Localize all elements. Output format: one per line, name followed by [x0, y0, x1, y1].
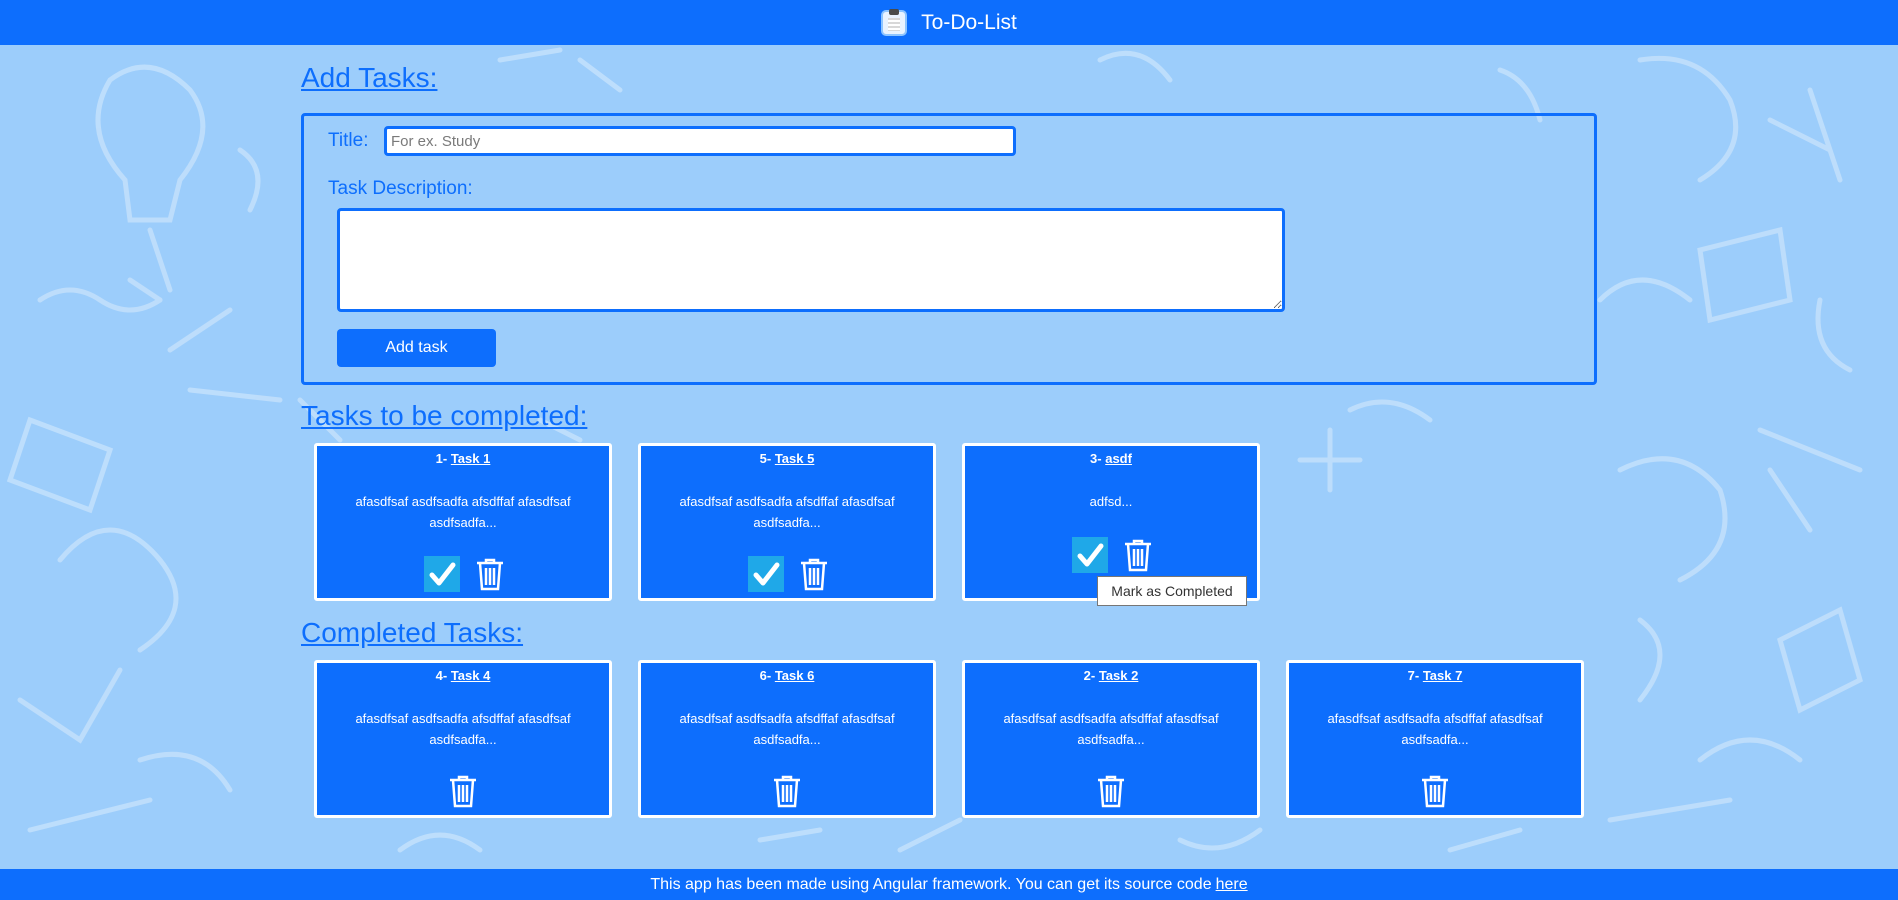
- description-label: Task Description:: [328, 178, 473, 199]
- task-title: 5- Task 5: [759, 451, 815, 466]
- task-description: afasdfsaf asdfsadfa afsdffaf afasdfsaf a…: [1327, 711, 1543, 747]
- task-title: 2- Task 2: [1083, 668, 1139, 683]
- task-description: afasdfsaf asdfsadfa afsdffaf afasdfsaf a…: [679, 494, 895, 530]
- delete-task-button[interactable]: [447, 773, 479, 809]
- title-input[interactable]: [384, 126, 1016, 156]
- pending-task-card: 5- Task 5 afasdfsaf asdfsadfa afsdffaf a…: [638, 443, 936, 601]
- mark-completed-button[interactable]: [1072, 537, 1108, 573]
- trash-icon: [801, 558, 827, 591]
- mark-completed-button[interactable]: [748, 556, 784, 592]
- delete-task-button[interactable]: [771, 773, 803, 809]
- task-description: afasdfsaf asdfsadfa afsdffaf afasdfsaf a…: [355, 494, 571, 530]
- footer-text: This app has been made using Angular fra…: [650, 875, 1212, 893]
- pending-task-card: 1- Task 1 afasdfsaf asdfsadfa afsdffaf a…: [314, 443, 612, 601]
- delete-task-button[interactable]: [474, 556, 506, 592]
- completed-task-card: 4- Task 4 afasdfsaf asdfsadfa afsdffaf a…: [314, 660, 612, 818]
- check-icon: [753, 562, 780, 586]
- delete-task-button[interactable]: [1419, 773, 1451, 809]
- app-title: To-Do-List: [921, 10, 1017, 34]
- task-title-link[interactable]: Task 7: [1423, 668, 1463, 683]
- navbar: To-Do-List: [0, 0, 1898, 45]
- task-description: afasdfsaf asdfsadfa afsdffaf afasdfsaf a…: [355, 711, 571, 747]
- task-title-link[interactable]: Task 1: [451, 451, 491, 466]
- trash-icon: [477, 558, 503, 591]
- title-label: Title:: [328, 130, 369, 151]
- tooltip: Mark as Completed: [1097, 576, 1247, 606]
- check-icon: [1077, 543, 1104, 567]
- completed-task-card: 2- Task 2 afasdfsaf asdfsadfa afsdffaf a…: [962, 660, 1260, 818]
- add-tasks-heading: Add Tasks:: [301, 62, 438, 93]
- completed-task-card: 7- Task 7 afasdfsaf asdfsadfa afsdffaf a…: [1286, 660, 1584, 818]
- add-task-button[interactable]: Add task: [337, 329, 496, 367]
- trash-icon: [1125, 539, 1151, 572]
- task-title-link[interactable]: Task 5: [775, 451, 815, 466]
- trash-icon: [1422, 775, 1448, 808]
- check-icon: [429, 562, 456, 586]
- completed-tasks-heading: Completed Tasks:: [301, 617, 524, 648]
- mark-completed-button[interactable]: [424, 556, 460, 592]
- task-title: 4- Task 4: [435, 668, 491, 683]
- trash-icon: [450, 775, 476, 808]
- footer: This app has been made using Angular fra…: [0, 869, 1898, 900]
- description-input[interactable]: [337, 208, 1285, 312]
- completed-task-card: 6- Task 6 afasdfsaf asdfsadfa afsdffaf a…: [638, 660, 936, 818]
- task-title-link[interactable]: asdf: [1105, 451, 1132, 466]
- task-title-link[interactable]: Task 2: [1099, 668, 1139, 683]
- source-code-link[interactable]: here: [1216, 876, 1248, 894]
- add-task-form: Title: Task Description: Add task: [301, 113, 1597, 385]
- delete-task-button[interactable]: [798, 556, 830, 592]
- task-title: 3- asdf: [1090, 451, 1132, 466]
- trash-icon: [1098, 775, 1124, 808]
- task-title-link[interactable]: Task 4: [451, 668, 491, 683]
- task-title: 1- Task 1: [435, 451, 491, 466]
- delete-task-button[interactable]: [1095, 773, 1127, 809]
- task-description: adfsd...: [1089, 494, 1133, 509]
- task-title: 7- Task 7: [1407, 668, 1463, 683]
- task-title: 6- Task 6: [759, 668, 815, 683]
- clipboard-icon: [881, 8, 908, 36]
- task-description: afasdfsaf asdfsadfa afsdffaf afasdfsaf a…: [679, 711, 895, 747]
- pending-tasks-heading: Tasks to be completed:: [301, 400, 588, 431]
- delete-task-button[interactable]: [1122, 537, 1154, 573]
- trash-icon: [774, 775, 800, 808]
- task-description: afasdfsaf asdfsadfa afsdffaf afasdfsaf a…: [1003, 711, 1219, 747]
- task-title-link[interactable]: Task 6: [775, 668, 815, 683]
